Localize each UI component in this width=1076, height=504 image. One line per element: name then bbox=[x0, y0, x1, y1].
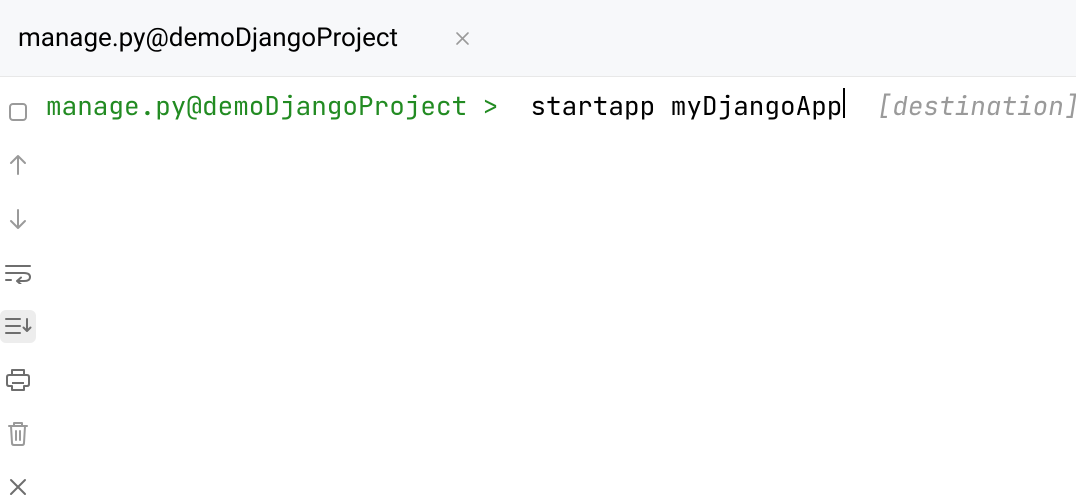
delete-button[interactable] bbox=[0, 417, 36, 451]
close-icon bbox=[8, 477, 28, 497]
stop-icon bbox=[7, 101, 29, 123]
tab-label: manage.py@demoDjangoProject bbox=[18, 23, 398, 53]
console-area[interactable]: manage.py@demoDjangoProject >startapp my… bbox=[36, 77, 1076, 504]
command-input[interactable]: startapp myDjangoApp bbox=[530, 88, 842, 504]
close-tab-icon[interactable] bbox=[454, 30, 470, 46]
stop-button[interactable] bbox=[0, 95, 36, 129]
soft-wrap-button[interactable] bbox=[0, 256, 36, 290]
scroll-to-end-button[interactable] bbox=[0, 310, 36, 344]
tab-bar: manage.py@demoDjangoProject bbox=[0, 0, 1076, 77]
print-button[interactable] bbox=[0, 363, 36, 397]
history-down-button[interactable] bbox=[0, 202, 36, 236]
arrow-up-icon bbox=[7, 152, 29, 178]
trash-icon bbox=[7, 421, 29, 447]
soft-wrap-icon bbox=[4, 262, 32, 284]
body-area: manage.py@demoDjangoProject >startapp my… bbox=[0, 77, 1076, 504]
vertical-toolbar bbox=[0, 77, 36, 504]
history-up-button[interactable] bbox=[0, 149, 36, 183]
close-panel-button[interactable] bbox=[0, 470, 36, 504]
prompt-label: manage.py@demoDjangoProject > bbox=[46, 88, 498, 504]
arrow-down-icon bbox=[7, 206, 29, 232]
print-icon bbox=[5, 368, 31, 392]
tab-manage-py[interactable]: manage.py@demoDjangoProject bbox=[0, 0, 488, 76]
scroll-to-end-icon bbox=[4, 315, 32, 337]
hint-text: [destination] bbox=[877, 88, 1076, 504]
